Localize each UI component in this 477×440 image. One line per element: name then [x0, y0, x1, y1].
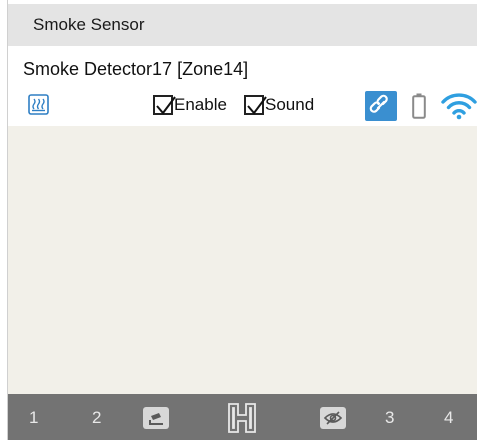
device-name: Smoke Detector17 [Zone14] — [23, 59, 249, 79]
sound-checkbox[interactable]: Sound — [244, 93, 314, 117]
enable-checkbox-box[interactable] — [153, 95, 176, 115]
device-controls-row: Enable Sound — [8, 90, 477, 122]
check-mark-icon — [247, 96, 267, 115]
enable-checkbox[interactable]: Enable — [153, 93, 227, 117]
bottom-nav-bar: 1 2 3 4 — [8, 394, 477, 440]
nav-item-2[interactable]: 2 — [92, 408, 101, 428]
nav-item-3[interactable]: 3 — [385, 408, 394, 428]
nav-item-1[interactable]: 1 — [29, 408, 38, 428]
eye-hidden-icon[interactable] — [320, 407, 346, 429]
main-content-area — [8, 126, 477, 394]
page-title: Smoke Sensor — [33, 15, 145, 34]
check-mark-icon — [156, 96, 176, 115]
link-button[interactable] — [365, 91, 397, 121]
enable-label: Enable — [174, 95, 227, 114]
sound-checkbox-box[interactable] — [244, 95, 267, 115]
floorplan-h-icon[interactable] — [227, 402, 257, 434]
device-panel: Smoke Detector17 [Zone14] Enable Sound — [8, 46, 477, 126]
title-bar: Smoke Sensor — [8, 4, 477, 46]
camera-icon[interactable] — [143, 407, 169, 429]
heater-icon[interactable] — [28, 94, 49, 115]
battery-icon — [412, 93, 426, 119]
sound-label: Sound — [265, 95, 315, 114]
app-window: Smoke Sensor Smoke Detector17 [Zone14] E… — [7, 0, 477, 440]
nav-item-4[interactable]: 4 — [444, 408, 453, 428]
wifi-icon — [441, 93, 477, 120]
link-icon — [369, 94, 388, 113]
